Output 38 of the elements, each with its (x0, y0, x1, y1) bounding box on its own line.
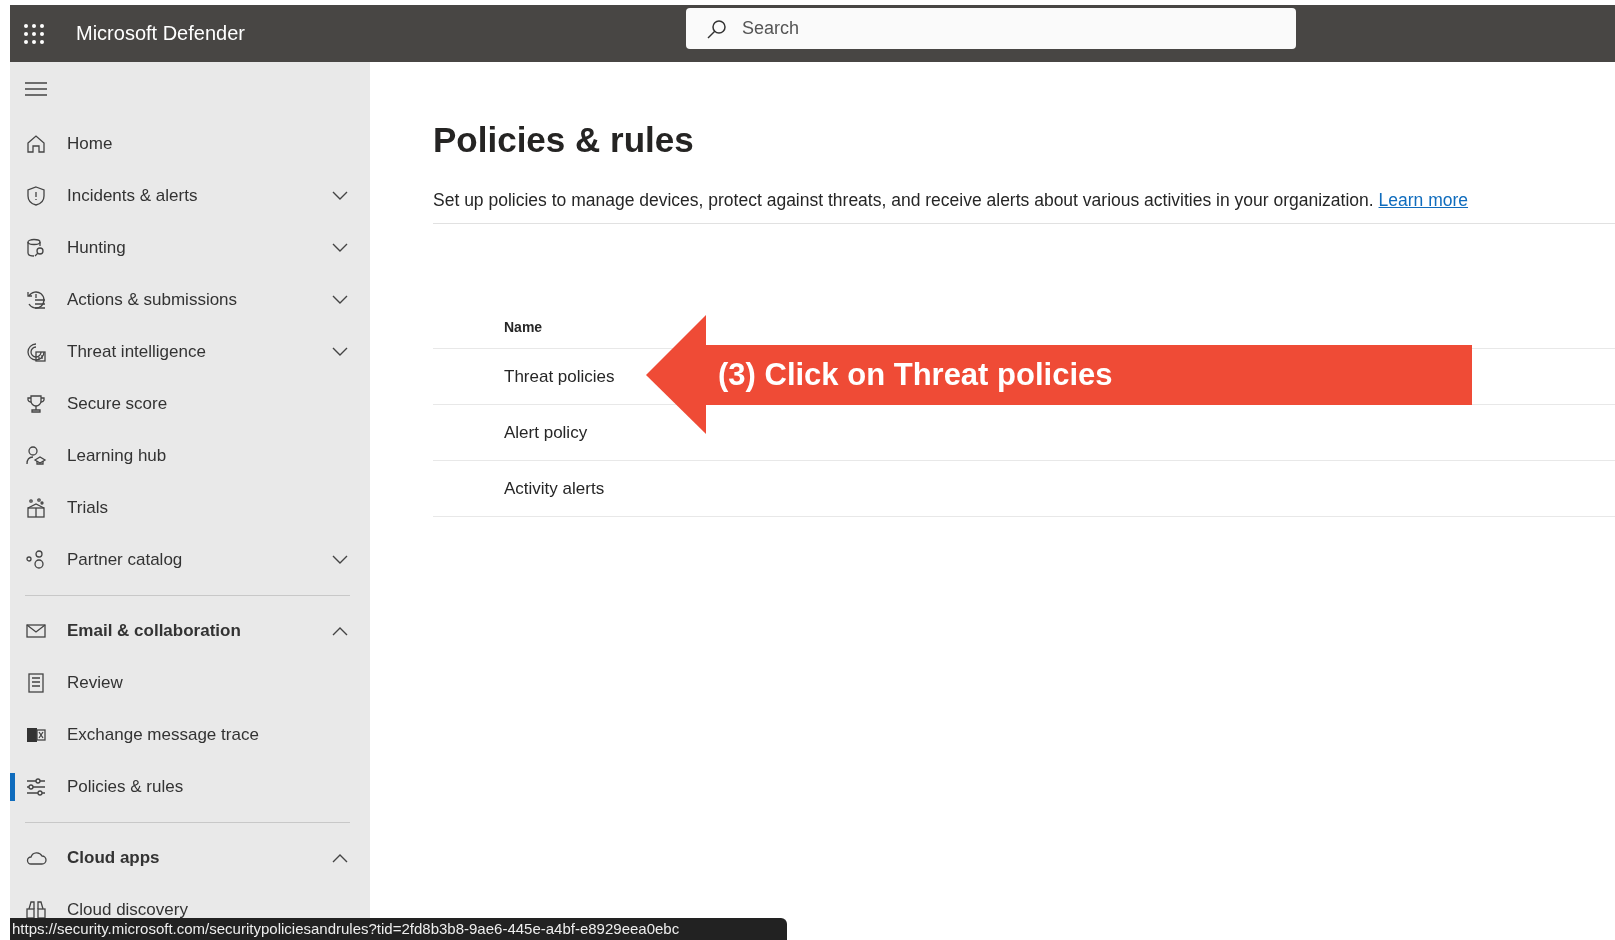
document-icon (25, 672, 47, 694)
app-launcher-icon[interactable] (24, 23, 44, 44)
sidebar-item[interactable]: Policies & rules (10, 761, 370, 813)
column-header[interactable]: Name (504, 319, 543, 335)
link-url-tooltip: https://security.microsoft.com/securitypoliciesandrules?tid=2fd8b3b8-9ae6-445e-a4bf-e8929eea0ebc (10, 918, 787, 940)
sidebar-item[interactable]: Incidents & alerts (10, 170, 370, 222)
sidebar-item[interactable]: Cloud apps (10, 832, 370, 884)
sidebar-item[interactable]: Email & collaboration (10, 605, 370, 657)
sidebar-item[interactable]: Home (10, 118, 370, 170)
sidebar-item[interactable]: Threat intelligence (10, 326, 370, 378)
sidebar-item[interactable]: Trials (10, 482, 370, 534)
table-cell[interactable]: Alert policy (504, 422, 588, 443)
sidebar-item[interactable]: Hunting (10, 222, 370, 274)
trophy-icon (25, 393, 47, 415)
binoculars-icon (25, 899, 47, 921)
sidebar-item[interactable]: Partner catalog (10, 534, 370, 586)
page-description: Set up policies to manage devices, protect against threats, and receive alerts about various activities in your organization. Learn more (433, 190, 1615, 224)
radar-icon (25, 341, 47, 363)
menu-icon[interactable] (25, 82, 47, 96)
search-field[interactable]: Search (686, 8, 1296, 49)
table-cell[interactable]: Activity alerts (504, 478, 605, 499)
table-cell[interactable]: Threat policies (504, 366, 615, 387)
shield-icon (25, 185, 47, 207)
app-title: Microsoft Defender (76, 22, 246, 45)
home-icon (25, 133, 47, 155)
sidebar-item[interactable]: Actions & submissions (10, 274, 370, 326)
learn-more-link[interactable]: Learn more (1378, 190, 1469, 210)
sidebar-item[interactable]: Learning hub (10, 430, 370, 482)
page-title: Policies & rules (433, 120, 695, 160)
sidebar-item[interactable]: Exchange message trace (10, 709, 370, 761)
gift-icon (25, 497, 47, 519)
sliders-icon (25, 776, 47, 798)
nodes-icon (25, 549, 47, 571)
history-list-icon (25, 289, 47, 311)
sidebar-item[interactable]: Secure score (10, 378, 370, 430)
database-search-icon (25, 237, 47, 259)
person-learning-icon (25, 445, 47, 467)
sidebar-item[interactable]: Review (10, 657, 370, 709)
